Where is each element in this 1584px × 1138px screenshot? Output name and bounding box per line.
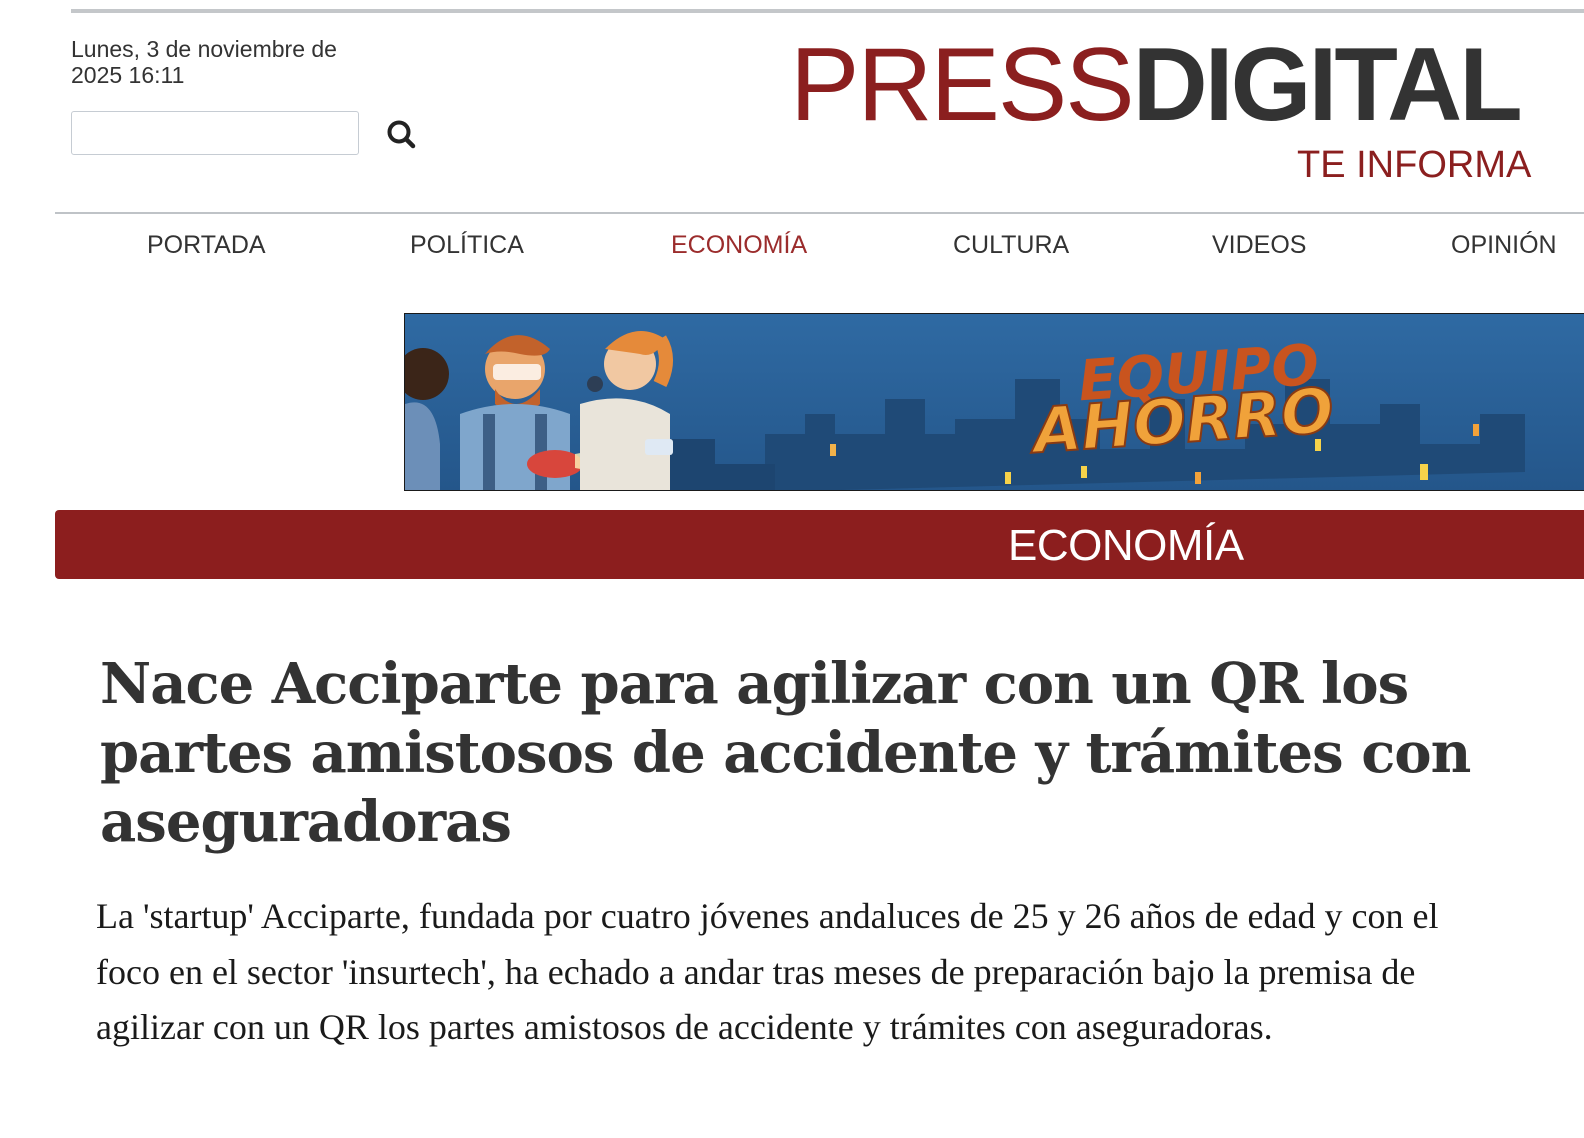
ad-banner-equipo-ahorro[interactable]: EQUIPO AHORRO [404, 313, 1584, 491]
nav-item-politica[interactable]: POLÍTICA [410, 230, 524, 260]
nav-item-economia[interactable]: ECONOMÍA [671, 230, 807, 260]
section-title: ECONOMÍA [1008, 521, 1244, 570]
nav-divider [55, 212, 1584, 214]
search-input[interactable] [71, 111, 359, 155]
search-icon [380, 120, 422, 157]
nav-item-opinion[interactable]: OPINIÓN [1451, 230, 1557, 260]
current-date: Lunes, 3 de noviembre de 2025 16:11 [71, 36, 337, 88]
logo-digital: DIGITAL [1132, 27, 1523, 143]
banner-illustration: EQUIPO AHORRO [405, 314, 1584, 490]
top-divider [71, 9, 1584, 13]
main-nav: PORTADA POLÍTICA ECONOMÍA CULTURA VIDEOS… [55, 218, 1584, 272]
nav-item-portada[interactable]: PORTADA [147, 230, 266, 260]
section-header-bar: ECONOMÍA [55, 510, 1584, 579]
logo-press: PRESS [790, 27, 1135, 143]
article-headline: Nace Acciparte para agilizar con un QR l… [100, 651, 1471, 855]
nav-item-cultura[interactable]: CULTURA [953, 230, 1069, 260]
search-button[interactable] [380, 112, 422, 154]
article-lead: La 'startup' Acciparte, fundada por cuat… [96, 896, 1439, 1047]
site-logo[interactable]: PRESSDIGITAL [790, 27, 1523, 143]
nav-item-videos[interactable]: VIDEOS [1212, 230, 1306, 260]
logo-tagline: TE INFORMA [1297, 144, 1532, 186]
